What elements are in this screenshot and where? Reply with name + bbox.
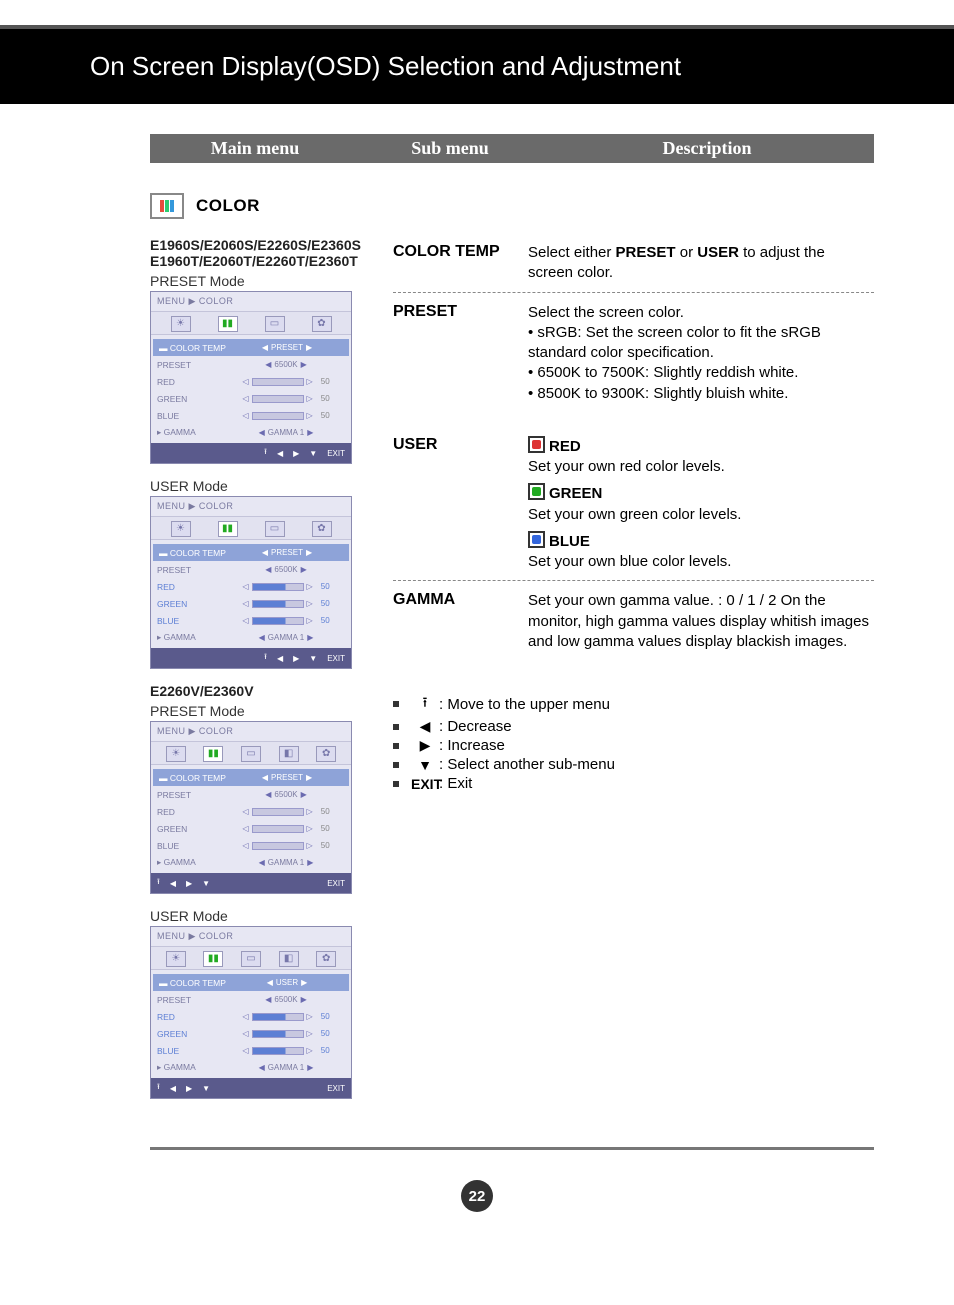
desc-preset: PRESET Select the screen color. • sRGB: … xyxy=(393,303,874,404)
right-arrow-icon: ▶ xyxy=(411,737,439,754)
osd-mock-preset-5tab: MENU ▶ COLOR ☀ ▮▮ ▭ ◧ ✿ ▬ COLOR TEMP◀PRE… xyxy=(150,721,352,894)
header-description: Description xyxy=(540,138,874,159)
page-number: 22 xyxy=(461,1180,493,1212)
desc-user: USER RED Set your own red color levels. … xyxy=(393,436,874,573)
osd-mock-user-4tab: MENU ▶ COLOR ☀ ▮▮ ▭ ✿ ▬ COLOR TEMP◀PRESE… xyxy=(150,496,352,669)
user-mode-label-1: USER Mode xyxy=(150,478,365,494)
model-group-1-line2: E1960T/E2060T/E2260T/E2360T xyxy=(150,253,365,269)
osd-mock-user-5tab: MENU ▶ COLOR ☀ ▮▮ ▭ ◧ ✿ ▬ COLOR TEMP◀USE… xyxy=(150,926,352,1099)
desc-gamma: GAMMA Set your own gamma value. : 0 / 1 … xyxy=(393,591,874,652)
color-bars-icon xyxy=(150,193,184,219)
user-mode-label-2: USER Mode xyxy=(150,908,365,924)
page-title: On Screen Display(OSD) Selection and Adj… xyxy=(0,25,954,104)
section-color-label: COLOR xyxy=(196,196,260,216)
model-group-1-line1: E1960S/E2060S/E2260S/E2360S xyxy=(150,237,365,253)
green-swatch-icon xyxy=(528,483,545,500)
exit-label: EXIT xyxy=(411,776,439,792)
nav-legend: ⭱: Move to the upper menu ◀: Decrease ▶:… xyxy=(393,692,874,792)
header-sub-menu: Sub menu xyxy=(360,138,540,159)
model-group-2: E2260V/E2360V xyxy=(150,683,365,699)
osd-mock-preset-4tab: MENU ▶ COLOR ☀ ▮▮ ▭ ✿ ▬ COLOR TEMP◀PRESE… xyxy=(150,291,352,464)
preset-mode-label-2: PRESET Mode xyxy=(150,703,365,719)
blue-swatch-icon xyxy=(528,531,545,548)
down-arrow-icon: ▼ xyxy=(411,757,439,773)
column-header-row: Main menu Sub menu Description xyxy=(150,134,874,163)
desc-color-temp: COLOR TEMP Select either PRESET or USER … xyxy=(393,243,874,284)
preset-mode-label-1: PRESET Mode xyxy=(150,273,365,289)
header-main-menu: Main menu xyxy=(150,138,360,159)
up-arrow-icon: ⭱ xyxy=(411,692,439,716)
red-swatch-icon xyxy=(528,436,545,453)
left-arrow-icon: ◀ xyxy=(411,718,439,735)
